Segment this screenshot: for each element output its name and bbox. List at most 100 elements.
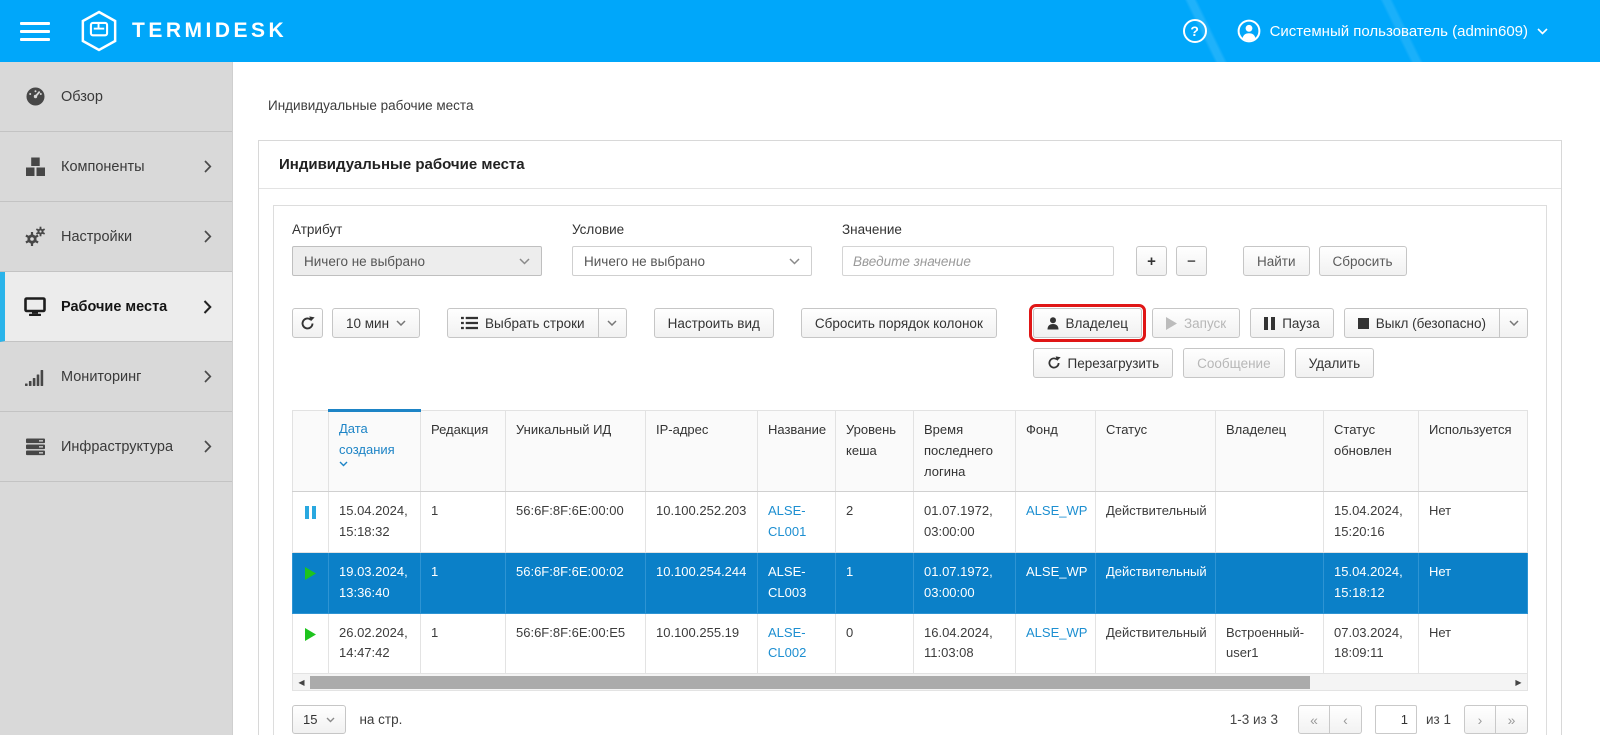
column-revision[interactable]: Редакция [421, 411, 506, 492]
help-icon[interactable]: ? [1183, 19, 1207, 43]
column-last-login[interactable]: Время последнего логина [914, 411, 1016, 492]
pause-label: Пауза [1282, 316, 1320, 331]
hamburger-bar [20, 38, 50, 41]
cell-state [293, 552, 329, 613]
remove-filter-button[interactable]: − [1176, 246, 1207, 276]
hamburger-bar [20, 30, 50, 33]
select-rows-button[interactable]: Выбрать строки [447, 308, 599, 338]
column-used[interactable]: Используется [1419, 411, 1528, 492]
sidebar-item-overview[interactable]: Обзор [0, 62, 232, 132]
cell-state [293, 613, 329, 674]
scrollbar-thumb[interactable] [310, 676, 1310, 689]
chevron-down-icon [519, 258, 530, 265]
topbar: TERMIDESK ? Системный пользователь (admi… [0, 0, 1600, 62]
first-page-button[interactable]: « [1298, 705, 1330, 734]
refresh-button[interactable] [292, 308, 323, 338]
configure-view-button[interactable]: Настроить вид [654, 308, 774, 338]
cell-status: Действительный [1096, 552, 1216, 613]
add-filter-button[interactable]: + [1136, 246, 1167, 276]
cell-created: 19.03.2024, 13:36:40 [329, 552, 421, 613]
cell-cache: 2 [836, 492, 914, 553]
column-status[interactable]: Статус [1096, 411, 1216, 492]
owner-button[interactable]: Владелец [1033, 308, 1142, 338]
column-created[interactable]: Дата создания [329, 411, 421, 492]
interval-value: 10 мин [346, 316, 389, 331]
brand-logo[interactable]: TERMIDESK [80, 10, 287, 52]
cell-uid: 56:6F:8F:6E:00:02 [506, 552, 646, 613]
topbar-right: ? Системный пользователь (admin609) [1183, 19, 1548, 43]
last-page-button[interactable]: » [1496, 705, 1528, 734]
delete-button[interactable]: Удалить [1295, 348, 1375, 378]
table-row-selected[interactable]: 19.03.2024, 13:36:40 1 56:6F:8F:6E:00:02… [293, 552, 1528, 613]
table-row[interactable]: 15.04.2024, 15:18:32 1 56:6F:8F:6E:00:00… [293, 492, 1528, 553]
condition-select[interactable]: Ничего не выбрано [572, 246, 812, 276]
table-toolbar: 10 мин [292, 308, 1528, 378]
hamburger-menu-icon[interactable] [20, 22, 54, 41]
cell-revision: 1 [421, 492, 506, 553]
sidebar-item-monitoring[interactable]: Мониторинг [0, 342, 232, 412]
shutdown-button[interactable]: Выкл (безопасно) [1344, 308, 1500, 338]
cell-name: ALSE-CL003 [758, 552, 836, 613]
sidebar-item-label: Рабочие места [61, 299, 167, 315]
scroll-right-icon[interactable]: ▶ [1510, 675, 1527, 690]
message-button[interactable]: Сообщение [1183, 348, 1284, 378]
column-cache-level[interactable]: Уровень кеша [836, 411, 914, 492]
column-name[interactable]: Название [758, 411, 836, 492]
cell-owner: Встроенный-user1 [1216, 613, 1324, 674]
shutdown-caret-button[interactable] [1500, 308, 1528, 338]
chevron-down-icon [1509, 320, 1519, 326]
workplace-link[interactable]: ALSE-CL001 [768, 503, 806, 539]
table-row[interactable]: 26.02.2024, 14:47:42 1 56:6F:8F:6E:00:E5… [293, 613, 1528, 674]
workplace-link[interactable]: ALSE-CL002 [768, 625, 806, 661]
stop-icon [1358, 318, 1369, 329]
bottom-strip [0, 735, 1600, 750]
reboot-label: Перезагрузить [1068, 356, 1160, 371]
cell-name: ALSE-CL002 [758, 613, 836, 674]
interval-dropdown[interactable]: 10 мин [332, 308, 420, 338]
reset-columns-button[interactable]: Сбросить порядок колонок [801, 308, 997, 338]
shutdown-label: Выкл (безопасно) [1376, 316, 1486, 331]
column-pool[interactable]: Фонд [1016, 411, 1096, 492]
select-rows-caret-button[interactable] [599, 308, 627, 338]
next-page-button[interactable]: › [1464, 705, 1496, 734]
condition-select-value: Ничего не выбрано [584, 254, 705, 269]
horizontal-scrollbar[interactable]: ◀ ▶ [292, 674, 1528, 691]
sidebar-item-workplaces[interactable]: Рабочие места [0, 272, 232, 342]
sort-caret-icon [339, 461, 410, 467]
cell-last-login: 01.07.1972, 03:00:00 [914, 492, 1016, 553]
attribute-select[interactable]: Ничего не выбрано [292, 246, 542, 276]
pause-button[interactable]: Пауза [1250, 308, 1334, 338]
page-number-input[interactable] [1375, 705, 1417, 734]
pool-link[interactable]: ALSE_WP [1026, 503, 1087, 518]
cell-status: Действительный [1096, 492, 1216, 553]
play-icon [1166, 317, 1177, 330]
column-ip[interactable]: IP-адрес [646, 411, 758, 492]
user-menu[interactable]: Системный пользователь (admin609) [1237, 19, 1548, 43]
pool-link[interactable]: ALSE_WP [1026, 625, 1087, 640]
cell-pool: ALSE_WP [1016, 552, 1096, 613]
column-uid[interactable]: Уникальный ИД [506, 411, 646, 492]
scroll-left-icon[interactable]: ◀ [293, 675, 310, 690]
value-label: Значение [842, 222, 1114, 237]
filter-bar: Атрибут Ничего не выбрано Условие [292, 222, 1528, 276]
cell-ip: 10.100.254.244 [646, 552, 758, 613]
row-state-play-icon [305, 567, 316, 580]
value-input[interactable] [842, 246, 1114, 276]
column-owner[interactable]: Владелец [1216, 411, 1324, 492]
workplace-link[interactable]: ALSE-CL003 [768, 564, 806, 600]
pool-link[interactable]: ALSE_WP [1026, 564, 1087, 579]
column-status-updated[interactable]: Статус обновлен [1324, 411, 1419, 492]
sidebar-item-settings[interactable]: Настройки [0, 202, 232, 272]
prev-page-button[interactable]: ‹ [1330, 705, 1362, 734]
page-size-select[interactable]: 15 [292, 705, 346, 734]
cell-pool: ALSE_WP [1016, 492, 1096, 553]
sidebar-item-infrastructure[interactable]: Инфраструктура [0, 412, 232, 482]
sidebar-item-components[interactable]: Компоненты [0, 132, 232, 202]
condition-label: Условие [572, 222, 812, 237]
chevron-down-icon [789, 258, 800, 265]
start-button[interactable]: Запуск [1152, 308, 1240, 338]
reset-button[interactable]: Сбросить [1319, 246, 1407, 276]
sidebar-item-label: Настройки [61, 229, 132, 245]
find-button[interactable]: Найти [1243, 246, 1310, 276]
reboot-button[interactable]: Перезагрузить [1033, 348, 1174, 378]
